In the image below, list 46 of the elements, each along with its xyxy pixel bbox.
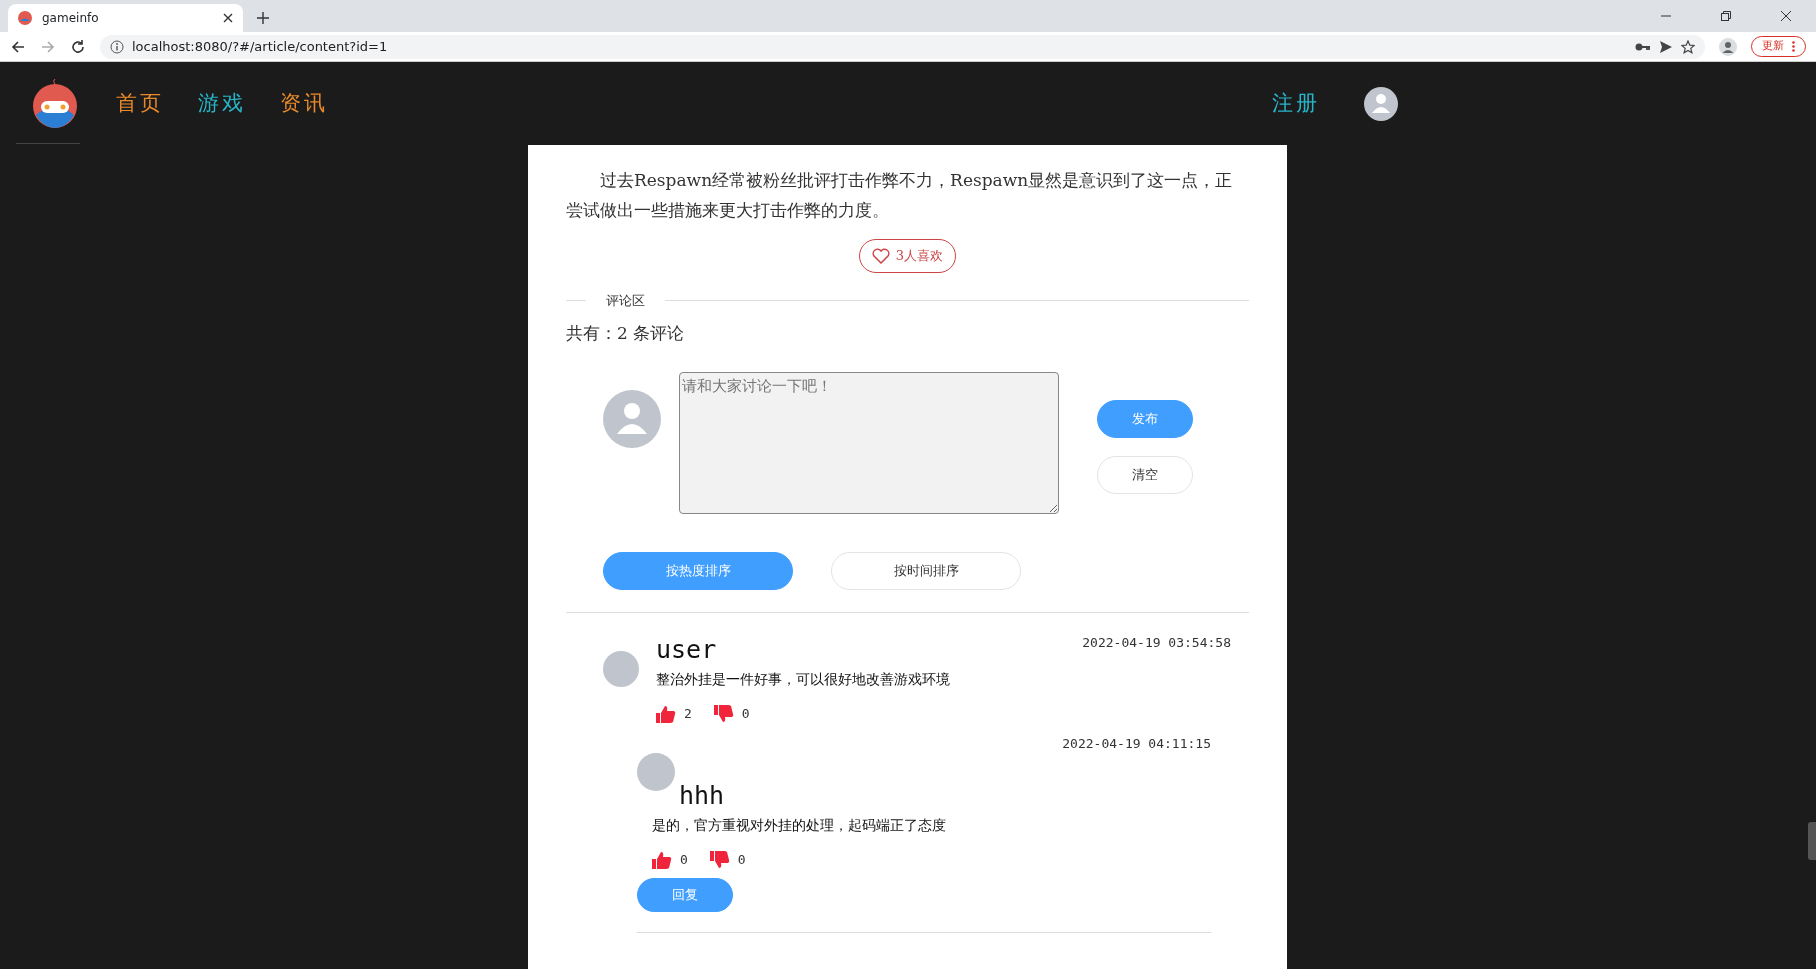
dislike-count: 0 — [737, 851, 746, 869]
comment-input[interactable]: 请和大家讨论一下吧！ — [679, 372, 1059, 514]
heart-icon — [871, 248, 890, 264]
thumbs-down-icon — [709, 850, 730, 869]
restore-icon[interactable] — [1720, 10, 1732, 22]
clear-button[interactable]: 清空 — [1097, 456, 1193, 494]
avatar-icon — [603, 390, 661, 448]
star-icon[interactable] — [1681, 39, 1695, 54]
update-button[interactable]: 更新 — [1751, 36, 1806, 57]
thumbs-down-icon — [713, 704, 734, 723]
comment-author: user — [656, 635, 718, 665]
sort-button[interactable]: 按时间排序 — [831, 552, 1021, 590]
more-icon — [1792, 41, 1795, 52]
comment-time: 2022-04-19 03:54:58 — [1082, 635, 1231, 651]
comment-text: 是的，官方重视对外挂的处理，起码端正了态度 — [652, 816, 947, 835]
comment-count: 共有：2 条评论 — [566, 321, 686, 345]
profile-icon[interactable] — [1719, 37, 1737, 56]
close-icon[interactable] — [1780, 10, 1792, 22]
thumbs-up-icon — [656, 704, 676, 723]
comment-author: hhh — [679, 781, 725, 811]
thumbs-up-icon — [652, 850, 672, 869]
dislike-count: 0 — [741, 705, 750, 723]
tab-title: gameinfo — [42, 10, 100, 27]
avatar-icon[interactable] — [1364, 86, 1398, 121]
comment-text: 整治外挂是一件好事，可以很好地改善游戏环境 — [656, 670, 950, 689]
section-heading: 评论区 — [605, 292, 646, 310]
back-icon[interactable] — [10, 38, 26, 55]
avatar-icon — [603, 651, 639, 687]
nav-link[interactable]: 游戏 — [198, 87, 246, 120]
article-paragraph: 过去Respawn经常被粉丝批评打击作弊不力，Respawn显然是意识到了这一点，正尝试做出一些措施来更大打击作弊的力度。 — [566, 169, 1234, 222]
nav-link[interactable]: 资讯 — [280, 87, 328, 120]
scrollbar-thumb[interactable] — [1808, 822, 1816, 860]
info-icon — [110, 39, 124, 54]
like-count: 0 — [680, 851, 688, 869]
close-icon[interactable] — [223, 13, 233, 23]
reload-icon[interactable] — [70, 38, 86, 55]
send-icon[interactable] — [1659, 39, 1673, 54]
like-count: 2 — [684, 705, 692, 723]
comment-time: 2022-04-19 04:11:15 — [1062, 734, 1211, 753]
register-link[interactable]: 注册 — [1272, 87, 1320, 120]
new-tab-icon[interactable] — [257, 12, 269, 24]
like-button[interactable]: 3人喜欢 — [858, 239, 957, 273]
nav-link[interactable]: 首页 — [116, 87, 164, 120]
gamepad-logo — [30, 78, 80, 129]
browser-tab[interactable]: gameinfo — [8, 4, 243, 32]
avatar-icon — [637, 753, 675, 791]
